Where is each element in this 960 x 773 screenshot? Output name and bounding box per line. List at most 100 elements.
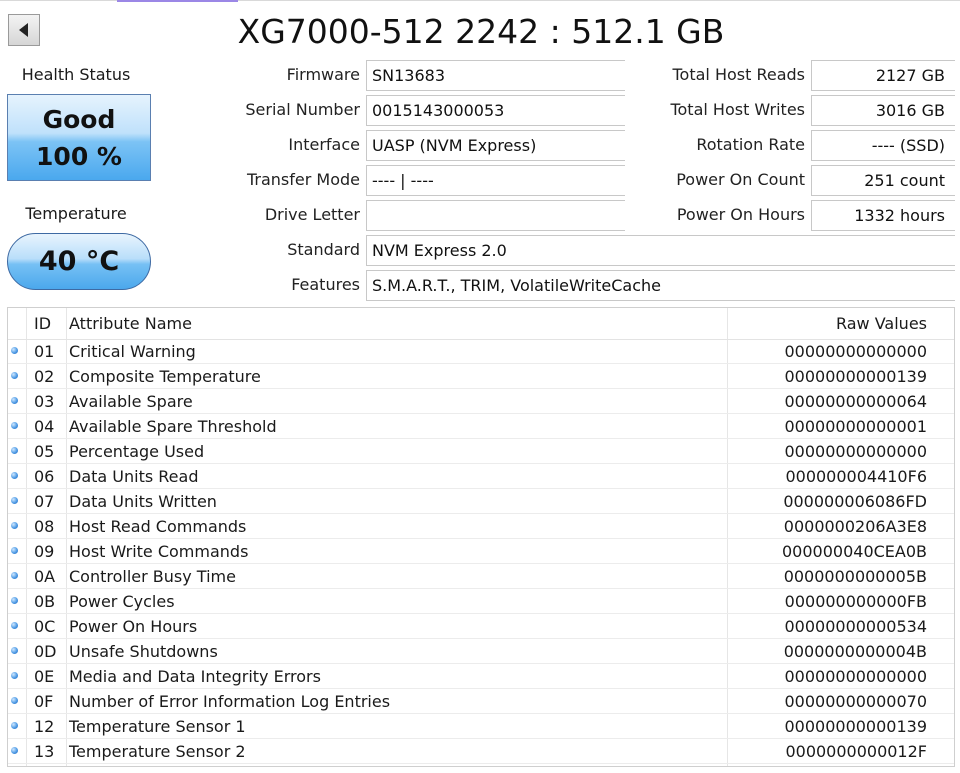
attribute-name: Media and Data Integrity Errors xyxy=(69,667,321,686)
attribute-name: Power Cycles xyxy=(69,592,175,611)
raw-value: 00000000000000 xyxy=(784,342,927,361)
table-row[interactable]: 0F Number of Error Information Log Entrie… xyxy=(8,689,954,714)
drive-title: XG7000-512 2242 : 512.1 GB xyxy=(237,12,725,51)
column-header-attribute-name[interactable]: Attribute Name xyxy=(69,308,192,339)
table-row[interactable]: 05 Percentage Used 00000000000000 xyxy=(8,439,954,464)
drive-letter-label: Drive Letter xyxy=(264,205,360,224)
table-row[interactable]: 13 Temperature Sensor 2 0000000000012F xyxy=(8,739,954,764)
attribute-name: Available Spare xyxy=(69,392,193,411)
table-row[interactable]: 0A Controller Busy Time 0000000000005B xyxy=(8,564,954,589)
table-row[interactable]: 01 Critical Warning 00000000000000 xyxy=(8,339,954,364)
attribute-id: 01 xyxy=(34,342,55,361)
total-host-writes-label: Total Host Writes xyxy=(670,100,805,119)
attribute-name: Critical Warning xyxy=(69,342,196,361)
serial-number-label: Serial Number xyxy=(245,100,360,119)
status-dot-icon xyxy=(11,597,18,604)
attribute-name: Host Write Commands xyxy=(69,542,249,561)
firmware-value: SN13683 xyxy=(366,60,625,91)
attribute-id: 02 xyxy=(34,367,55,386)
status-dot-icon xyxy=(11,497,18,504)
temperature-badge[interactable]: 40 °C xyxy=(7,233,151,290)
raw-value: 00000000000139 xyxy=(784,717,927,736)
smart-attributes-table[interactable]: ID Attribute Name Raw Values 01 Critical … xyxy=(7,307,955,767)
standard-label: Standard xyxy=(287,240,360,259)
raw-value: 00000000000139 xyxy=(784,367,927,386)
attribute-name: Host Read Commands xyxy=(69,517,247,536)
raw-value: 00000000000000 xyxy=(784,667,927,686)
table-row[interactable]: 08 Host Read Commands 0000000206A3E8 xyxy=(8,514,954,539)
table-row[interactable]: 12 Temperature Sensor 1 00000000000139 xyxy=(8,714,954,739)
standard-value: NVM Express 2.0 xyxy=(366,235,955,266)
rotation-rate-label: Rotation Rate xyxy=(696,135,805,154)
temperature-value: 40 °C xyxy=(38,246,120,277)
raw-value: 000000000000FB xyxy=(784,592,927,611)
raw-value: 0000000000012F xyxy=(785,742,927,761)
table-header: ID Attribute Name Raw Values xyxy=(8,308,954,340)
health-percent: 100 % xyxy=(36,141,122,171)
attribute-id: 0F xyxy=(34,692,54,711)
table-row[interactable]: 04 Available Spare Threshold 0000000000000… xyxy=(8,414,954,439)
active-tab-indicator xyxy=(117,0,238,2)
total-host-reads-label: Total Host Reads xyxy=(672,65,805,84)
attribute-id: 12 xyxy=(34,717,55,736)
raw-value: 0000000000005B xyxy=(783,567,927,586)
health-status-text: Good xyxy=(42,104,116,134)
status-dot-icon xyxy=(11,547,18,554)
attribute-id: 0B xyxy=(34,592,56,611)
temperature-label: Temperature xyxy=(25,204,127,223)
table-row[interactable]: 07 Data Units Written 000000006086FD xyxy=(8,489,954,514)
raw-value: 00000000000064 xyxy=(784,392,927,411)
table-row[interactable]: 09 Host Write Commands 000000040CEA0B xyxy=(8,539,954,564)
attribute-id: 13 xyxy=(34,742,55,761)
attribute-name: Power On Hours xyxy=(69,617,198,636)
attribute-name: Controller Busy Time xyxy=(69,567,236,586)
status-dot-icon xyxy=(11,447,18,454)
total-host-reads-value: 2127 GB xyxy=(811,60,955,91)
table-body: 01 Critical Warning 00000000000000 02 Compos… xyxy=(8,339,954,764)
attribute-id: 07 xyxy=(34,492,55,511)
attribute-id: 06 xyxy=(34,467,55,486)
status-dot-icon xyxy=(11,622,18,629)
attribute-name: Composite Temperature xyxy=(69,367,261,386)
attribute-name: Temperature Sensor 2 xyxy=(69,742,246,761)
attribute-name: Available Spare Threshold xyxy=(69,417,277,436)
status-dot-icon xyxy=(11,747,18,754)
raw-value: 000000006086FD xyxy=(783,492,927,511)
attribute-name: Data Units Written xyxy=(69,492,217,511)
transfer-mode-label: Transfer Mode xyxy=(246,170,360,189)
serial-number-value: 0015143000053 xyxy=(366,95,625,126)
table-row[interactable]: 0C Power On Hours 00000000000534 xyxy=(8,614,954,639)
raw-value: 000000004410F6 xyxy=(785,467,927,486)
table-row[interactable]: 03 Available Spare 00000000000064 xyxy=(8,389,954,414)
raw-value: 0000000206A3E8 xyxy=(783,517,927,536)
features-label: Features xyxy=(291,275,360,294)
status-dot-icon xyxy=(11,722,18,729)
attribute-id: 03 xyxy=(34,392,55,411)
power-on-count-value: 251 count xyxy=(811,165,955,196)
attribute-id: 08 xyxy=(34,517,55,536)
attribute-id: 0C xyxy=(34,617,56,636)
table-row[interactable]: 0E Media and Data Integrity Errors 0000000… xyxy=(8,664,954,689)
status-dot-icon xyxy=(11,672,18,679)
table-row[interactable]: 0D Unsafe Shutdowns 0000000000004B xyxy=(8,639,954,664)
attribute-id: 0E xyxy=(34,667,55,686)
column-header-id[interactable]: ID xyxy=(34,308,64,339)
health-status-badge[interactable]: Good 100 % xyxy=(7,94,151,181)
table-row[interactable]: 06 Data Units Read 000000004410F6 xyxy=(8,464,954,489)
status-dot-icon xyxy=(11,647,18,654)
raw-value: 00000000000000 xyxy=(784,442,927,461)
table-row[interactable]: 0B Power Cycles 000000000000FB xyxy=(8,589,954,614)
health-status-label: Health Status xyxy=(21,65,131,84)
raw-value: 00000000000070 xyxy=(784,692,927,711)
total-host-writes-value: 3016 GB xyxy=(811,95,955,126)
raw-value: 0000000000004B xyxy=(783,642,927,661)
raw-value: 000000040CEA0B xyxy=(782,542,927,561)
status-dot-icon xyxy=(11,372,18,379)
status-dot-icon xyxy=(11,572,18,579)
column-header-raw-values[interactable]: Raw Values xyxy=(836,308,927,339)
table-row[interactable]: 02 Composite Temperature 00000000000139 xyxy=(8,364,954,389)
power-on-count-label: Power On Count xyxy=(676,170,805,189)
attribute-name: Temperature Sensor 1 xyxy=(69,717,246,736)
attribute-id: 05 xyxy=(34,442,55,461)
status-dot-icon xyxy=(11,472,18,479)
